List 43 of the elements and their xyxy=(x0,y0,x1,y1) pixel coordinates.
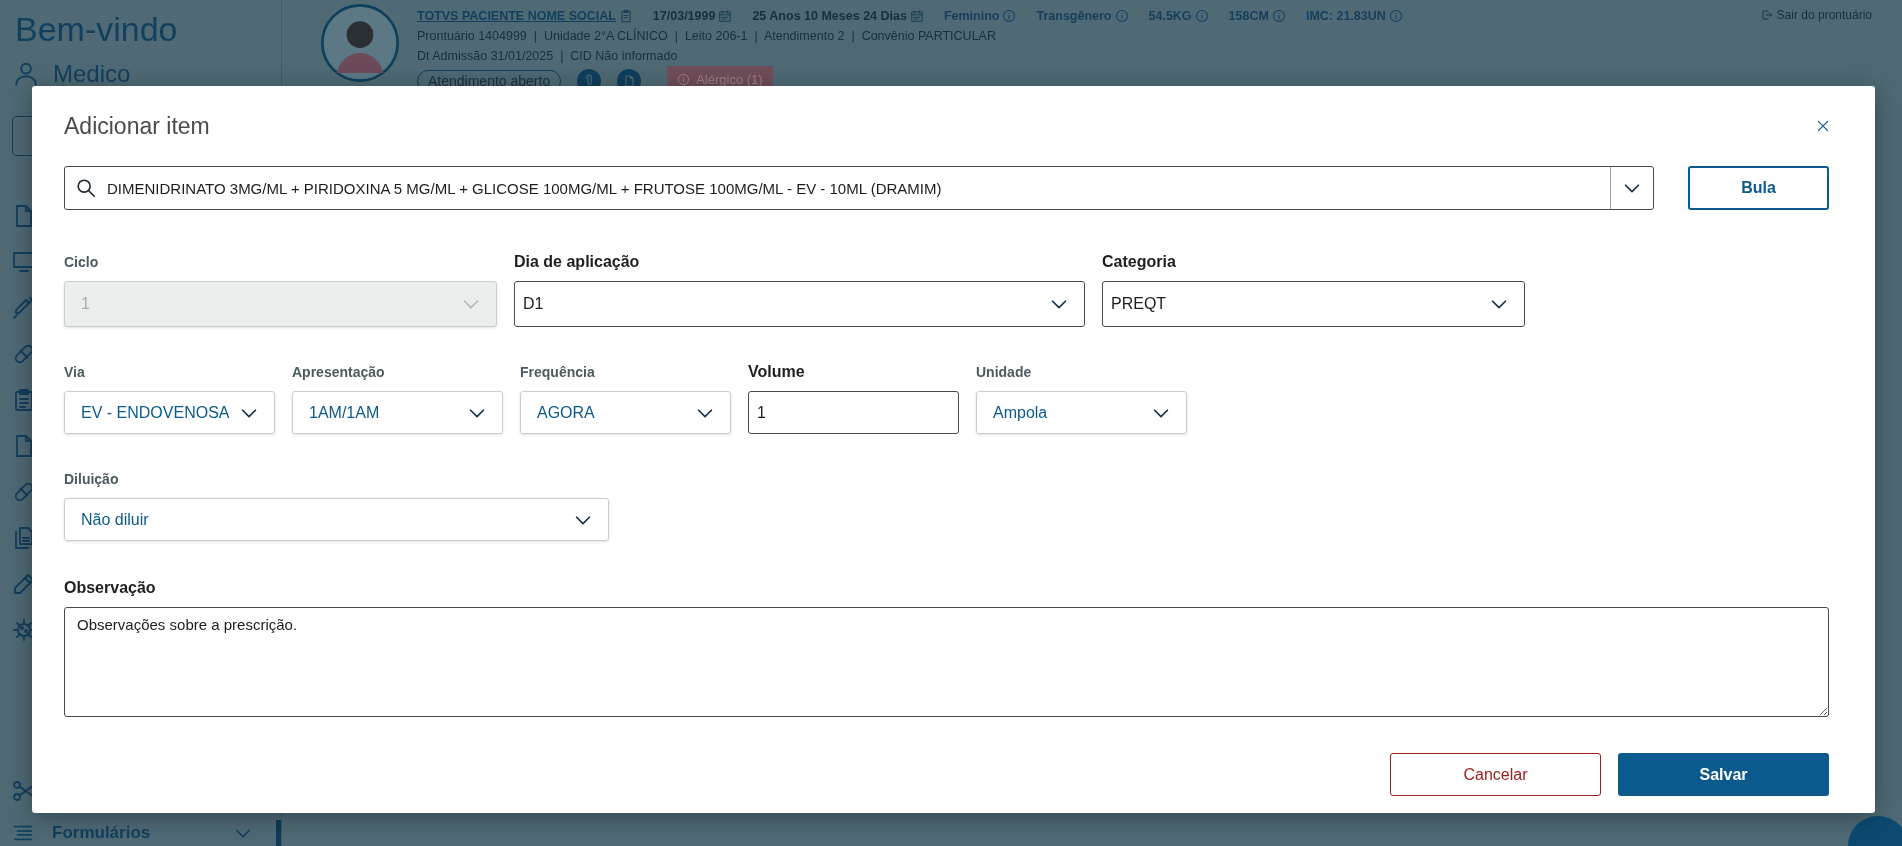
field-label: Volume xyxy=(748,363,806,381)
cancel-button[interactable]: Cancelar xyxy=(1390,753,1601,796)
search-combobox[interactable]: DIMENIDRINATO 3MG/ML + PIRIDOXINA 5 MG/ML + GLICOSE 100MG/ML + FRUTOSE 100MG/ML - EV - 10ML (DRAMIM) xyxy=(64,166,1654,210)
field-label: Frequência xyxy=(520,363,596,381)
person-icon xyxy=(13,61,39,87)
field-label: Observação xyxy=(64,579,157,597)
patient-age: 25 Anos 10 Meses 24 Dias xyxy=(752,9,907,23)
dropdown[interactable]: 1AM/1AM xyxy=(292,391,503,434)
text-area[interactable]: Observações sobre a prescrição. xyxy=(64,607,1829,717)
calendar-icon xyxy=(909,9,924,23)
dropdown[interactable]: D1 xyxy=(514,281,1085,327)
birth-date: 17/03/1999 xyxy=(652,9,716,23)
patient-tag: 158CM xyxy=(1228,9,1269,23)
field-label: Categoria xyxy=(1102,253,1177,271)
leaflet-button[interactable]: Bula xyxy=(1688,166,1829,210)
patient-tag: Transgênero xyxy=(1036,9,1112,23)
dropdown[interactable]: Ampola xyxy=(976,391,1187,434)
dropdown[interactable]: EV - ENDOVENOSA xyxy=(64,391,275,434)
patient-tag: IMC: 21.83UN xyxy=(1305,9,1386,23)
welcome-title: Bem-vindo xyxy=(14,9,179,50)
user-name: Medico xyxy=(53,60,131,88)
dropdown[interactable]: Não diluir xyxy=(64,498,609,541)
field-label: Diluição xyxy=(64,470,120,488)
info-icon xyxy=(677,72,691,86)
dropdown[interactable]: AGORA xyxy=(520,391,731,434)
dropdown[interactable]: PREQT xyxy=(1102,281,1525,327)
patient-details: Prontuário 1404999 | Unidade 2°A CLÍNICO | Leito 206-1 | Atendimento 2 | Convênio PARTICULAR xyxy=(417,27,997,45)
field-label: Dia de aplicação xyxy=(514,253,641,271)
dialog-title: Adicionar item xyxy=(64,112,210,140)
input-field[interactable]: 1 xyxy=(748,391,959,434)
patient-details: Dt Admissão 31/01/2025 | CID Não informado xyxy=(417,48,679,65)
field-label: Unidade xyxy=(976,363,1033,381)
clipboard-icon[interactable] xyxy=(618,9,633,23)
exit-icon xyxy=(1760,9,1773,21)
search-icon xyxy=(75,177,97,199)
field-label: Apresentação xyxy=(292,363,386,381)
save-button[interactable]: Salvar xyxy=(1618,753,1829,796)
close-icon xyxy=(1815,118,1831,134)
patient-tag: Feminino xyxy=(943,9,1000,23)
field-label: Via xyxy=(64,363,86,381)
field-label: Ciclo xyxy=(64,253,100,271)
patient-tag: 54.5KG xyxy=(1148,9,1192,23)
calendar-icon xyxy=(718,9,733,23)
